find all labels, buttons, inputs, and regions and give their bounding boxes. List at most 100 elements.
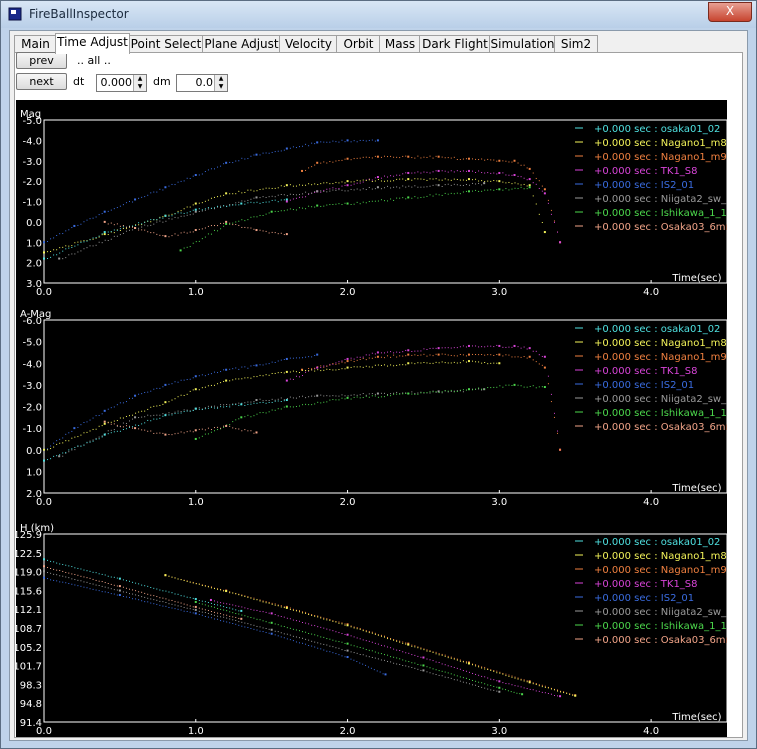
trail-dot	[438, 392, 440, 394]
up-arrow-icon[interactable]: ▲	[133, 75, 146, 83]
trail-dot	[465, 158, 467, 160]
trail-dot	[156, 588, 158, 590]
trail-dot	[423, 392, 425, 394]
tab-point-select[interactable]: Point Select	[128, 35, 204, 53]
tab-orbit[interactable]: Orbit	[336, 35, 381, 53]
trail-dot	[396, 657, 398, 659]
tab-time-adjust[interactable]: Time Adjust	[55, 33, 130, 54]
trail-dot	[444, 655, 446, 657]
trail-dot	[402, 185, 404, 187]
data-point	[285, 399, 288, 402]
dt-spinner[interactable]: 0.000 ▲ ▼	[96, 74, 147, 92]
trail-dot	[150, 232, 152, 234]
trail-dot	[374, 140, 376, 142]
prev-button[interactable]: prev	[16, 52, 67, 69]
dm-value[interactable]: 0.0	[178, 76, 214, 89]
trail-dot	[311, 356, 313, 358]
trail-dot	[475, 665, 477, 667]
trail-dot	[241, 219, 243, 221]
tab-main[interactable]: Main	[14, 35, 57, 53]
trail-dot	[441, 156, 443, 158]
trail-dot	[50, 250, 52, 252]
title-bar[interactable]: FireBallInspector X	[1, 1, 756, 28]
trail-dot	[462, 354, 464, 356]
trail-dot	[171, 413, 173, 415]
dm-spinner[interactable]: 0.0 ▲ ▼	[176, 74, 228, 92]
trail-dot	[308, 623, 310, 625]
trail-dot	[59, 233, 61, 235]
trail-dot	[332, 363, 334, 365]
trail-dot	[411, 186, 413, 188]
trail-dot	[359, 139, 361, 141]
trail-dot	[493, 180, 495, 182]
down-arrow-icon[interactable]: ▼	[214, 83, 227, 91]
tab-sim2[interactable]: Sim2	[554, 35, 598, 53]
trail-dot	[110, 238, 112, 240]
trail-dot	[371, 180, 373, 182]
trail-dot	[547, 375, 549, 377]
trail-dot	[138, 591, 140, 593]
data-point	[194, 600, 197, 603]
tab-mass[interactable]: Mass	[379, 35, 421, 53]
trail-dot	[414, 172, 416, 174]
trail-dot	[262, 364, 264, 366]
trail-dot	[508, 683, 510, 685]
data-point	[225, 424, 228, 427]
up-arrow-icon[interactable]: ▲	[214, 75, 227, 83]
trail-dot	[192, 204, 194, 206]
trail-dot	[292, 406, 294, 408]
trail-dot	[150, 390, 152, 392]
trail-dot	[265, 402, 267, 404]
trail-dot	[265, 628, 267, 630]
trail-dot	[405, 155, 407, 157]
trail-dot	[220, 205, 222, 207]
trail-dot	[128, 229, 130, 231]
trail-dot	[475, 189, 477, 191]
trail-dot	[393, 175, 395, 177]
trail-dot	[553, 416, 555, 418]
trail-dot	[271, 199, 273, 201]
trail-dot	[441, 361, 443, 363]
data-point	[225, 368, 228, 371]
trail-dot	[262, 400, 264, 402]
trail-dot	[374, 632, 376, 634]
down-arrow-icon[interactable]: ▼	[133, 83, 146, 91]
trail-dot	[532, 172, 534, 174]
close-button[interactable]: X	[708, 2, 752, 22]
trail-dot	[171, 183, 173, 185]
trail-dot	[532, 350, 534, 352]
trail-dot	[283, 399, 285, 401]
data-point	[194, 202, 197, 205]
trail-dot	[128, 415, 130, 417]
trail-dot	[390, 351, 392, 353]
data-point	[498, 353, 501, 356]
tab-plane-adjust[interactable]: Plane Adjust	[202, 35, 281, 53]
trail-dot	[229, 607, 231, 609]
trail-dot	[350, 394, 352, 396]
data-point	[225, 222, 228, 225]
trail-dot	[292, 609, 294, 611]
trail-dot	[368, 649, 370, 651]
trail-dot	[332, 187, 334, 189]
trail-dot	[298, 610, 300, 612]
trail-dot	[526, 185, 528, 187]
trail-dot	[174, 233, 176, 235]
trail-dot	[405, 355, 407, 357]
trail-dot	[426, 355, 428, 357]
trail-dot	[420, 354, 422, 356]
tab-simulation[interactable]: Simulation	[489, 35, 556, 53]
tab-velocity[interactable]: Velocity	[279, 35, 338, 53]
dt-value[interactable]: 0.000	[98, 76, 133, 89]
tab-dark-flight[interactable]: Dark Flight	[419, 35, 491, 53]
trail-dot	[487, 345, 489, 347]
trail-dot	[147, 593, 149, 595]
y-tick-label: 0.0	[26, 446, 42, 457]
trail-dot	[150, 192, 152, 194]
trail-dot	[472, 190, 474, 192]
data-point	[240, 403, 243, 406]
trail-dot	[113, 229, 115, 231]
trail-dot	[135, 582, 137, 584]
next-button[interactable]: next	[16, 73, 67, 90]
trail-dot	[362, 156, 364, 158]
trail-dot	[89, 577, 91, 579]
